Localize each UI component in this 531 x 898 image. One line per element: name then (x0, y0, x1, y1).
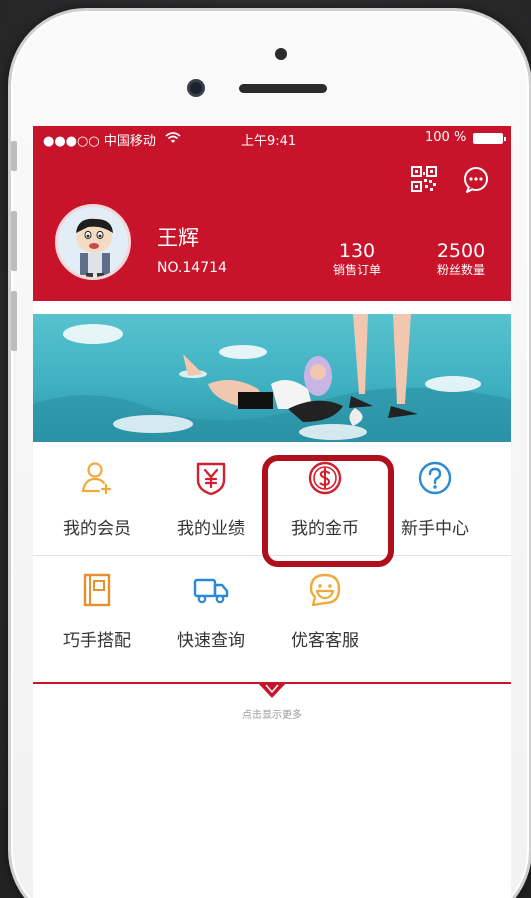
menu-my-members[interactable]: 我的会员 (41, 446, 153, 556)
menu-label: 新手中心 (401, 519, 469, 539)
battery-icon (473, 133, 506, 144)
user-name: 王辉 (157, 226, 199, 250)
app-screen: ●●●○○ 中国移动 上午9:41 100 % 王辉 NO.14714 130 … (33, 126, 511, 898)
volume-up-button (11, 211, 17, 271)
menu-label: 我的业绩 (177, 519, 245, 539)
book-icon (83, 573, 111, 607)
show-more-link[interactable]: 点击显示更多 (33, 706, 511, 721)
status-bar: ●●●○○ 中国移动 上午9:41 100 % (33, 126, 511, 150)
qr-code-icon[interactable] (411, 166, 437, 192)
menu-beginner-center[interactable]: 新手中心 (379, 446, 491, 556)
wifi-icon (165, 132, 181, 143)
battery-percent: 100 % (425, 130, 467, 145)
user-number: NO.14714 (157, 260, 227, 276)
menu-customer-service[interactable]: 优客客服 (269, 558, 381, 668)
menu-label: 我的会员 (63, 519, 131, 539)
front-camera (187, 79, 205, 97)
fans-count: 2500 (436, 240, 486, 262)
volume-down-button (11, 291, 17, 351)
sales-orders-count: 130 (338, 240, 376, 262)
menu-outfit-matching[interactable]: 巧手搭配 (41, 558, 153, 668)
menu-label: 优客客服 (291, 631, 359, 651)
avatar[interactable] (55, 204, 131, 280)
clock-label: 上午9:41 (241, 134, 297, 149)
yen-shield-icon (196, 462, 226, 496)
menu-label: 快速查询 (177, 631, 245, 651)
promo-banner[interactable] (33, 314, 511, 442)
cartoon-avatar-image (58, 207, 128, 277)
sensor-dot (275, 48, 287, 60)
delivery-truck-icon (193, 578, 229, 604)
fans-count-label: 粉丝数量 (436, 263, 485, 277)
fans-count-stat[interactable]: 2500 粉丝数量 (429, 240, 493, 278)
chat-bubble-icon[interactable] (461, 165, 491, 195)
sales-orders-label: 销售订单 (332, 263, 381, 277)
earpiece-speaker (239, 84, 327, 93)
mute-switch (11, 141, 17, 171)
banner-image (33, 314, 511, 442)
menu-row-2: 巧手搭配 快速查询 优客客服 (33, 558, 511, 668)
menu-label: 巧手搭配 (63, 631, 131, 651)
sales-orders-stat[interactable]: 130 销售订单 (327, 240, 387, 278)
carrier-label: ●●●○○ 中国移动 (43, 134, 156, 149)
help-circle-icon (418, 461, 452, 495)
profile-header: ●●●○○ 中国移动 上午9:41 100 % 王辉 NO.14714 130 … (33, 126, 511, 301)
menu-my-performance[interactable]: 我的业绩 (155, 446, 267, 556)
highlight-box (262, 455, 394, 567)
chevron-down-icon[interactable] (257, 682, 287, 700)
user-add-icon (81, 462, 112, 495)
smile-bubble-icon (309, 573, 341, 607)
menu-quick-search[interactable]: 快速查询 (155, 558, 267, 668)
